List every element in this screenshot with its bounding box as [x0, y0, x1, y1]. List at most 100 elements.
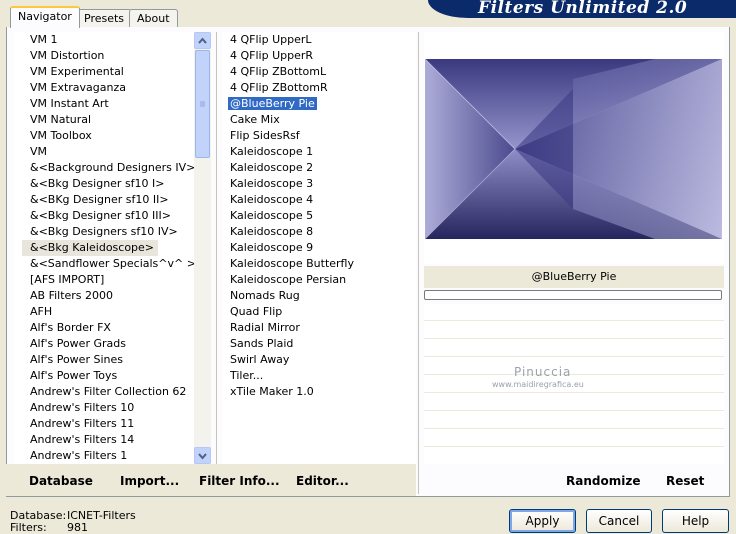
category-item[interactable]: VM Toolbox — [14, 128, 194, 144]
cancel-button[interactable]: Cancel — [586, 509, 652, 533]
category-item[interactable]: Alf's Border FX — [14, 320, 194, 336]
category-label: VM Toolbox — [30, 129, 92, 142]
list-divider — [216, 32, 217, 464]
category-item[interactable]: &<Bkg Designers sf10 IV> — [14, 224, 194, 240]
filter-item[interactable]: Kaleidoscope 9 — [222, 240, 416, 256]
category-item[interactable]: VM Extravaganza — [14, 80, 194, 96]
tab-about[interactable]: About — [129, 9, 178, 27]
category-item[interactable]: VM 1 — [14, 32, 194, 48]
category-label: VM Distortion — [30, 49, 105, 62]
category-item[interactable]: VM Instant Art — [14, 96, 194, 112]
category-item[interactable]: VM Experimental — [14, 64, 194, 80]
filter-item[interactable]: @BlueBerry Pie — [222, 96, 416, 112]
filter-item[interactable]: Tiler... — [222, 368, 416, 384]
category-label: VM Extravaganza — [30, 81, 127, 94]
filter-label: Sands Plaid — [230, 337, 294, 350]
category-item[interactable]: VM Distortion — [14, 48, 194, 64]
category-label: [AFS IMPORT] — [30, 273, 105, 286]
filter-label: Quad Flip — [230, 305, 283, 318]
filter-item[interactable]: Kaleidoscope 4 — [222, 192, 416, 208]
filter-item[interactable]: 4 QFlip UpperR — [222, 48, 416, 64]
category-item[interactable]: Andrew's Filters 14 — [14, 432, 194, 448]
tab-navigator[interactable]: Navigator — [10, 6, 80, 28]
scroll-thumb[interactable] — [195, 50, 210, 158]
filter-item[interactable]: Kaleidoscope 3 — [222, 176, 416, 192]
filter-item[interactable]: Kaleidoscope Butterfly — [222, 256, 416, 272]
filter-list[interactable]: 4 QFlip UpperL 4 QFlip UpperR 4 QFlip ZBot… — [222, 32, 416, 464]
category-item[interactable]: &<Background Designers IV> — [14, 160, 194, 176]
category-item[interactable]: Andrew's Filters 10 — [14, 400, 194, 416]
category-scrollbar[interactable] — [194, 32, 211, 464]
filter-item[interactable]: Kaleidoscope 5 — [222, 208, 416, 224]
tab-presets[interactable]: Presets — [76, 9, 133, 27]
category-item[interactable]: &<Bkg Kaleidoscope> — [14, 240, 194, 256]
filter-item[interactable]: Swirl Away — [222, 352, 416, 368]
filter-label: 4 QFlip UpperR — [230, 49, 314, 62]
category-label: &<Bkg Kaleidoscope> — [22, 240, 159, 256]
category-item[interactable]: &<Sandflower Specials^v^ > — [14, 256, 194, 272]
filter-item[interactable]: Flip SidesRsf — [222, 128, 416, 144]
category-label: Andrew's Filter Collection 62 — [30, 385, 187, 398]
filters-count: 981 — [67, 521, 88, 534]
filter-label: Kaleidoscope 2 — [230, 161, 314, 174]
filter-item[interactable]: 4 QFlip ZBottomL — [222, 64, 416, 80]
watermark-url: www.maidiregrafica.eu — [492, 380, 584, 389]
category-item[interactable]: Alf's Power Toys — [14, 368, 194, 384]
category-item[interactable]: &<Bkg Designer sf10 I> — [14, 176, 194, 192]
preview-area — [424, 32, 724, 264]
param-line — [424, 356, 724, 357]
category-label: &<Bkg Designer sf10 I> — [30, 177, 165, 190]
selected-filter-name: @BlueBerry Pie — [424, 266, 724, 288]
category-label: Alf's Border FX — [30, 321, 111, 334]
filter-label: xTile Maker 1.0 — [230, 385, 314, 398]
apply-button[interactable]: Apply — [509, 509, 576, 533]
editor-button[interactable]: Editor... — [296, 474, 349, 488]
category-item[interactable]: AFH — [14, 304, 194, 320]
database-button[interactable]: Database — [29, 474, 93, 488]
filter-item[interactable]: Quad Flip — [222, 304, 416, 320]
filter-item[interactable]: 4 QFlip UpperL — [222, 32, 416, 48]
preview-divider — [418, 32, 419, 494]
category-label: Andrew's Filters 1 — [30, 449, 128, 462]
filter-item[interactable]: Kaleidoscope Persian — [222, 272, 416, 288]
import-button[interactable]: Import... — [120, 474, 179, 488]
reset-button[interactable]: Reset — [666, 474, 704, 488]
chevron-up-icon — [198, 37, 207, 44]
filter-info-button[interactable]: Filter Info... — [199, 474, 280, 488]
help-button[interactable]: Help — [662, 509, 729, 533]
filter-label: Kaleidoscope Persian — [230, 273, 347, 286]
filter-item[interactable]: Cake Mix — [222, 112, 416, 128]
scroll-down-button[interactable] — [194, 447, 211, 464]
filter-item[interactable]: Radial Mirror — [222, 320, 416, 336]
param-line — [424, 374, 724, 375]
category-item[interactable]: Andrew's Filters 11 — [14, 416, 194, 432]
category-list[interactable]: VM 1 VM Distortion VM Experimental VM Extra… — [14, 32, 194, 464]
category-item[interactable]: Alf's Power Grads — [14, 336, 194, 352]
filter-item[interactable]: xTile Maker 1.0 — [222, 384, 416, 400]
randomize-button[interactable]: Randomize — [566, 474, 640, 488]
filter-label: Kaleidoscope 9 — [230, 241, 314, 254]
category-item[interactable]: Andrew's Filter Collection 62 — [14, 384, 194, 400]
filter-label: 4 QFlip ZBottomL — [230, 65, 327, 78]
app-title: Filters Unlimited 2.0 — [478, 0, 688, 18]
scroll-up-button[interactable] — [194, 32, 211, 49]
filter-item[interactable]: Nomads Rug — [222, 288, 416, 304]
category-item[interactable]: Andrew's Filters 1 — [14, 448, 194, 464]
category-item[interactable]: &<Bkg Designer sf10 III> — [14, 208, 194, 224]
filter-item[interactable]: 4 QFlip ZBottomR — [222, 80, 416, 96]
param-line — [424, 428, 724, 429]
category-item[interactable]: Alf's Power Sines — [14, 352, 194, 368]
filter-label: Kaleidoscope 5 — [230, 209, 314, 222]
filter-item[interactable]: Kaleidoscope 8 — [222, 224, 416, 240]
filter-item[interactable]: Kaleidoscope 2 — [222, 160, 416, 176]
category-item[interactable]: AB Filters 2000 — [14, 288, 194, 304]
filter-label: Radial Mirror — [230, 321, 300, 334]
category-item[interactable]: [AFS IMPORT] — [14, 272, 194, 288]
category-item[interactable]: &<BKg Designer sf10 II> — [14, 192, 194, 208]
category-item[interactable]: VM Natural — [14, 112, 194, 128]
filter-item[interactable]: Sands Plaid — [222, 336, 416, 352]
filter-item[interactable]: Kaleidoscope 1 — [222, 144, 416, 160]
category-item[interactable]: VM — [14, 144, 194, 160]
filter-label: Nomads Rug — [230, 289, 300, 302]
filter-label: Flip SidesRsf — [230, 129, 300, 142]
